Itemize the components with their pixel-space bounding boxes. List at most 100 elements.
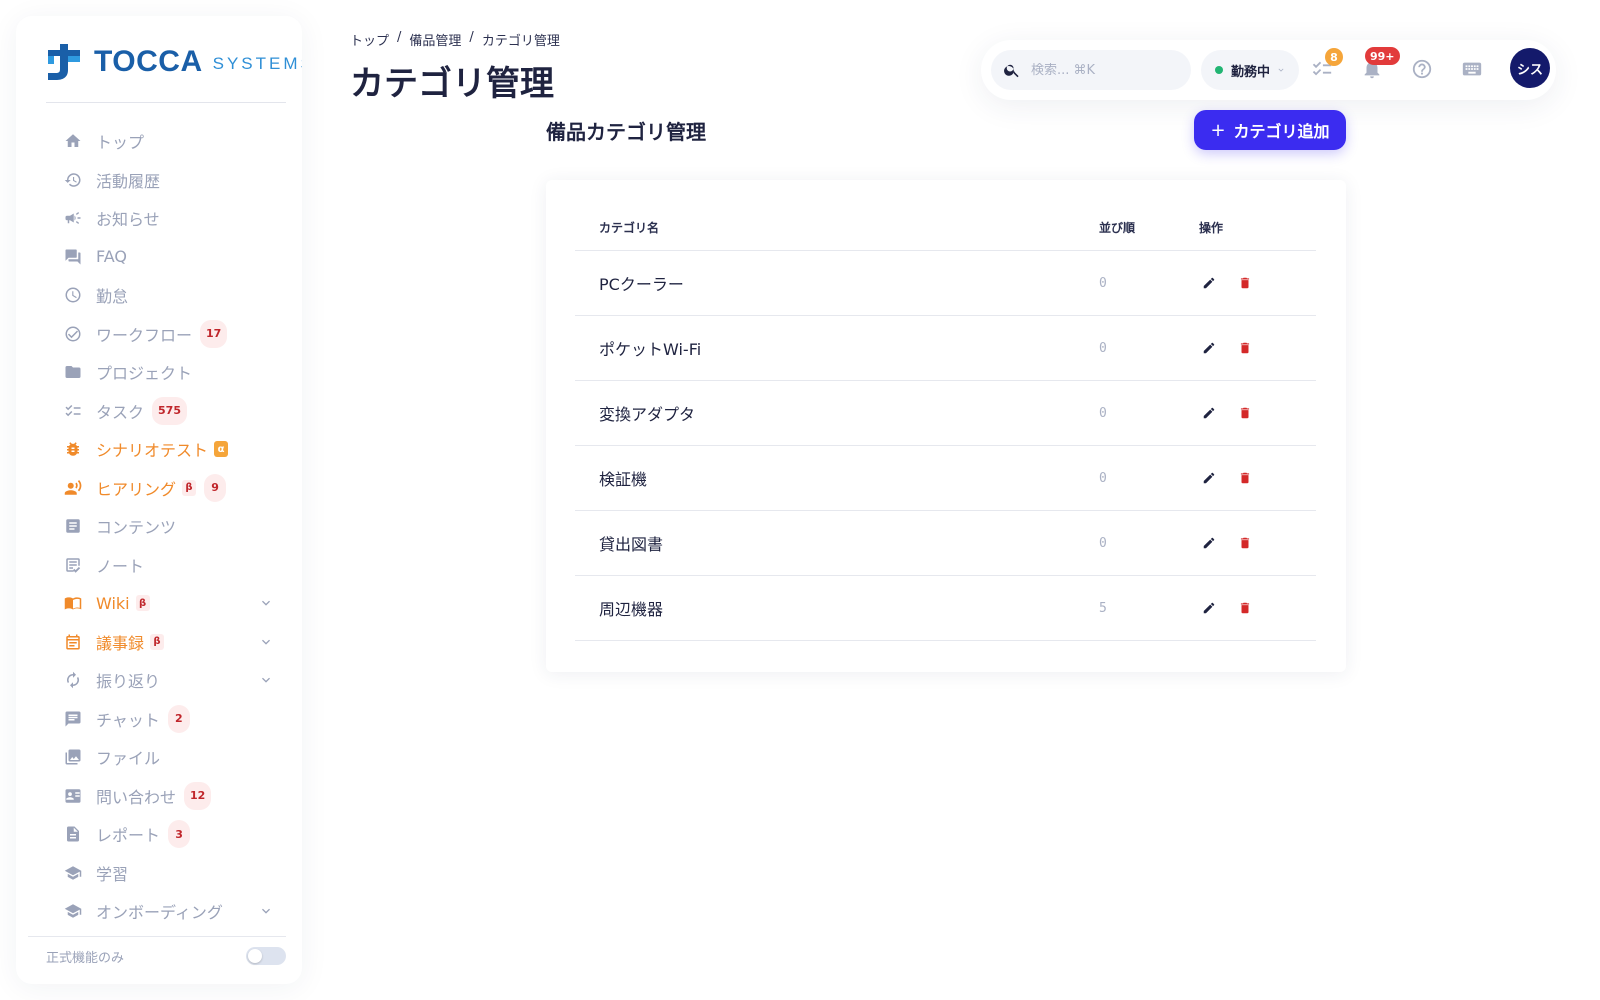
delete-button[interactable] (1235, 598, 1255, 618)
official-only-toggle[interactable] (246, 947, 286, 965)
megaphone-icon (64, 209, 82, 227)
sidebar-item-contents[interactable]: コンテンツ (46, 507, 286, 546)
delete-button[interactable] (1235, 403, 1255, 423)
sidebar-item-hearing[interactable]: ヒアリング β 9 (46, 469, 286, 508)
sidebar-item-chat[interactable]: チャット 2 (46, 700, 286, 739)
category-name: ポケットWi-Fi (599, 340, 702, 359)
section-title: 備品カテゴリ管理 (546, 120, 706, 144)
category-table: カテゴリ名 並び順 操作 PCクーラー 0 ポケットWi-Fi 0 変換アダプタ… (575, 204, 1316, 641)
edit-button[interactable] (1199, 598, 1219, 618)
notification-count-badge: 99+ (1365, 47, 1400, 65)
chat-icon (64, 710, 82, 728)
trash-icon (1240, 472, 1250, 484)
sidebar-item-attendance[interactable]: 勤怠 (46, 276, 286, 315)
sidebar-item-note[interactable]: ノート (46, 546, 286, 585)
sidebar-item-news[interactable]: お知らせ (46, 199, 286, 238)
breadcrumb-item-equipment[interactable]: 備品管理 (409, 30, 461, 49)
edit-button[interactable] (1199, 273, 1219, 293)
help-button[interactable] (1411, 58, 1433, 80)
chevron-down-icon[interactable] (258, 672, 274, 688)
search-box[interactable] (991, 50, 1191, 90)
chevron-down-icon[interactable] (258, 903, 274, 919)
category-name: 貸出図書 (599, 535, 664, 554)
sidebar-item-top[interactable]: トップ (46, 122, 286, 161)
breadcrumb-item-top[interactable]: トップ (350, 30, 389, 49)
plus-icon: + (1210, 119, 1226, 141)
sidebar-item-workflow[interactable]: ワークフロー 17 (46, 315, 286, 354)
sidebar-nav: トップ 活動履歴 お知らせ FAQ 勤怠 ワークフロー 17 プロジェクト タス… (46, 122, 286, 931)
sidebar-item-project[interactable]: プロジェクト (46, 353, 286, 392)
search-icon (1004, 64, 1019, 78)
delete-button[interactable] (1235, 533, 1255, 553)
status-dot (1215, 66, 1223, 74)
delete-button[interactable] (1235, 468, 1255, 488)
table-row: 変換アダプタ 0 (575, 381, 1316, 446)
chevron-down-icon[interactable] (258, 595, 274, 611)
clock-icon (64, 286, 82, 304)
category-name: 周辺機器 (599, 600, 664, 619)
pencil-icon (1203, 537, 1215, 549)
row-actions (1199, 598, 1316, 618)
sidebar-item-label: ヒアリング (96, 479, 177, 499)
sidebar-item-report[interactable]: レポート 3 (46, 815, 286, 854)
table-row: 貸出図書 0 (575, 511, 1316, 576)
refresh-icon (64, 671, 82, 689)
sidebar-item-retrospective[interactable]: 振り返り (46, 661, 286, 700)
category-name: PCクーラー (599, 275, 684, 294)
category-order: 0 (1099, 470, 1107, 486)
pencil-icon (1203, 602, 1215, 614)
sidebar-item-learning[interactable]: 学習 (46, 854, 286, 893)
sidebar-item-wiki[interactable]: Wiki β (46, 584, 286, 623)
category-name: 検証機 (599, 470, 648, 489)
sidebar-item-minutes[interactable]: 議事録 β (46, 623, 286, 662)
sidebar-item-label: プロジェクト (96, 364, 193, 384)
delete-button[interactable] (1235, 338, 1255, 358)
edit-button[interactable] (1199, 403, 1219, 423)
topbar: 勤務中 8 99+ シス (981, 40, 1556, 100)
beta-badge: β (182, 479, 197, 496)
sidebar-item-activity[interactable]: 活動履歴 (46, 161, 286, 200)
edit-button[interactable] (1199, 533, 1219, 553)
row-actions (1199, 468, 1316, 488)
pencil-icon (1203, 472, 1215, 484)
contact-card-icon (64, 787, 82, 805)
edit-button[interactable] (1199, 468, 1219, 488)
page-title: カテゴリ管理 (350, 64, 554, 104)
work-status-select[interactable]: 勤務中 (1201, 50, 1299, 90)
note-icon (64, 556, 82, 574)
chevron-down-icon (1278, 68, 1284, 72)
sidebar-item-label: ワークフロー (96, 325, 193, 345)
brand-name: TOCCA (94, 45, 203, 78)
row-actions (1199, 403, 1316, 423)
sidebar: TOCCA SYSTEMS トップ 活動履歴 お知らせ FAQ 勤怠 ワークフロ… (16, 16, 302, 984)
row-actions (1199, 338, 1316, 358)
sidebar-item-file[interactable]: ファイル (46, 738, 286, 777)
sidebar-item-label: 問い合わせ (96, 787, 177, 807)
logo[interactable]: TOCCA SYSTEMS (46, 42, 302, 82)
sidebar-item-inquiry[interactable]: 問い合わせ 12 (46, 777, 286, 816)
count-badge: 17 (200, 319, 228, 348)
sidebar-item-faq[interactable]: FAQ (46, 238, 286, 277)
sidebar-item-label: 振り返り (96, 672, 161, 692)
trash-icon (1240, 277, 1250, 289)
sidebar-item-task[interactable]: タスク 575 (46, 392, 286, 431)
header-actions: 操作 (1199, 220, 1224, 235)
delete-button[interactable] (1235, 273, 1255, 293)
search-input[interactable] (1031, 62, 1171, 78)
add-category-label: カテゴリ追加 (1233, 122, 1330, 141)
book-icon (64, 594, 82, 612)
folder-icon (64, 363, 82, 381)
status-label: 勤務中 (1231, 64, 1271, 80)
check-circle-icon (64, 325, 82, 343)
chevron-down-icon[interactable] (258, 634, 274, 650)
keyboard-shortcuts-button[interactable] (1461, 58, 1483, 80)
count-badge: 575 (152, 396, 187, 425)
edit-button[interactable] (1199, 338, 1219, 358)
voice-icon (64, 479, 82, 497)
sidebar-item-onboarding[interactable]: オンボーディング (46, 892, 286, 931)
sidebar-item-scenario-test[interactable]: シナリオテスト α (46, 430, 286, 469)
breadcrumb-item-current: カテゴリ管理 (481, 34, 560, 49)
add-category-button[interactable]: + カテゴリ追加 (1194, 110, 1346, 150)
avatar[interactable]: シス (1510, 48, 1550, 88)
category-order: 0 (1099, 275, 1107, 291)
